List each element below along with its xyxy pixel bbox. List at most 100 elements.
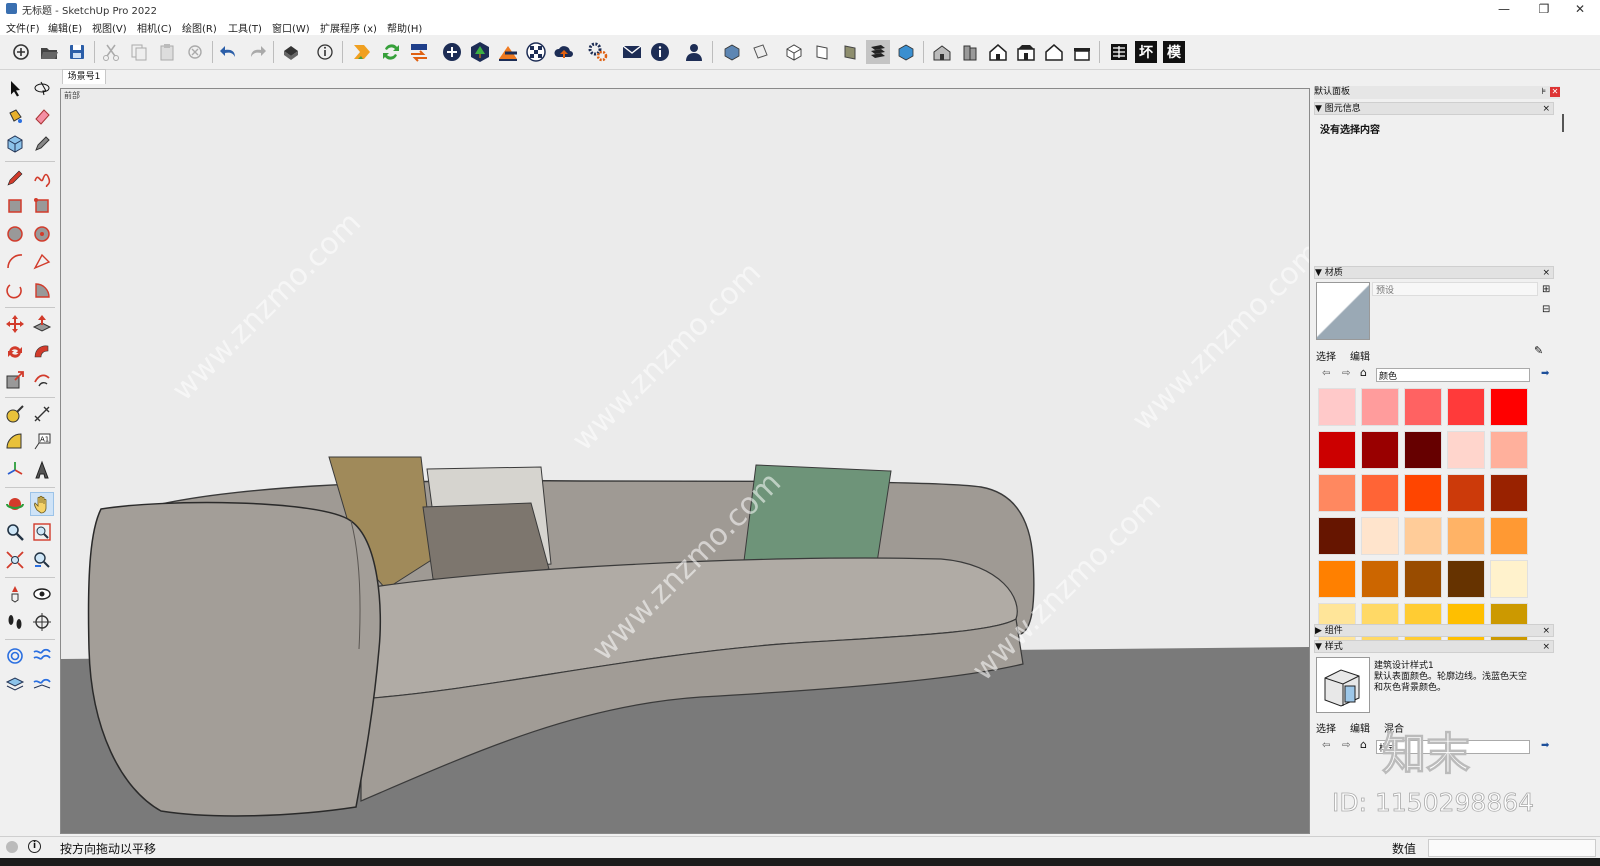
color-swatch[interactable] (1404, 388, 1442, 426)
material-name-field[interactable]: 预设 (1372, 282, 1538, 296)
color-swatch[interactable] (1361, 388, 1399, 426)
settings-gears-icon[interactable] (586, 40, 610, 64)
three-point-arc-icon[interactable] (3, 278, 27, 302)
color-swatch[interactable] (1361, 560, 1399, 598)
arc-icon[interactable] (3, 250, 27, 274)
styles-forward-icon[interactable]: ⇨ (1342, 740, 1350, 751)
mail-icon[interactable] (620, 40, 644, 64)
geo-location-icon[interactable] (6, 841, 18, 853)
left-view-icon[interactable] (866, 40, 890, 64)
text-label-icon[interactable]: A1 (30, 430, 54, 454)
3d-text-icon[interactable] (30, 458, 54, 482)
color-swatch[interactable] (1490, 474, 1528, 512)
model-info-icon[interactable] (313, 40, 337, 64)
materials-header[interactable]: ▼ 材质 × (1314, 266, 1554, 279)
eraser-icon[interactable] (30, 104, 54, 128)
menu-window[interactable]: 窗口(W) (272, 20, 310, 35)
push-pull-icon[interactable] (30, 312, 54, 336)
entity-info-header[interactable]: ▼ 图元信息 × (1314, 102, 1554, 115)
model-button[interactable]: 模 (1163, 41, 1185, 63)
measurements-box[interactable] (1428, 839, 1596, 857)
refresh-icon[interactable] (379, 40, 403, 64)
freehand-icon[interactable] (30, 166, 54, 190)
right-view-icon[interactable] (810, 40, 834, 64)
styles-tab-edit[interactable]: 编辑 (1350, 720, 1370, 735)
top-view-icon[interactable] (748, 40, 772, 64)
tape-measure-icon[interactable] (3, 402, 27, 426)
erase-icon[interactable] (183, 40, 207, 64)
pin-icon[interactable]: ⊧ (1541, 86, 1546, 99)
menu-extensions[interactable]: 扩展程序 (x) (320, 20, 377, 35)
color-swatch[interactable] (1318, 388, 1356, 426)
color-swatch[interactable] (1447, 474, 1485, 512)
extension-warehouse-icon[interactable] (350, 40, 374, 64)
color-swatch[interactable] (1361, 517, 1399, 555)
color-swatch[interactable] (1404, 431, 1442, 469)
material-library-dropdown[interactable]: 颜色 (1376, 368, 1530, 382)
color-swatch[interactable] (1318, 474, 1356, 512)
print-icon[interactable] (279, 40, 303, 64)
home-icon[interactable]: ⌂ (1360, 366, 1367, 379)
material-sample-icon[interactable]: ⊟ (1542, 304, 1550, 315)
rectangle-icon[interactable] (3, 194, 27, 218)
color-swatch[interactable] (1447, 517, 1485, 555)
material-create-icon[interactable]: ⊞ (1542, 284, 1550, 295)
offset-icon[interactable] (30, 368, 54, 392)
color-swatch[interactable] (1361, 431, 1399, 469)
redo-icon[interactable] (245, 40, 269, 64)
menu-edit[interactable]: 编辑(E) (48, 20, 82, 35)
save-icon[interactable] (65, 40, 89, 64)
color-swatch[interactable] (1318, 431, 1356, 469)
zoom-window-icon[interactable] (30, 520, 54, 544)
previous-view-icon[interactable] (30, 548, 54, 572)
walk-footprints-icon[interactable] (3, 610, 27, 634)
color-swatch[interactable] (1404, 560, 1442, 598)
scale-icon[interactable] (3, 368, 27, 392)
open-icon[interactable] (37, 40, 61, 64)
color-swatch[interactable] (1447, 560, 1485, 598)
color-swatch[interactable] (1490, 560, 1528, 598)
sandbox-contours-icon[interactable] (3, 644, 27, 668)
position-camera-icon[interactable] (3, 582, 27, 606)
styles-header[interactable]: ▼ 样式 × (1314, 640, 1554, 653)
lasso-select-icon[interactable] (30, 76, 54, 100)
menu-draw[interactable]: 绘图(R) (182, 20, 217, 35)
paint-bucket-icon[interactable] (3, 104, 27, 128)
pie-icon[interactable] (30, 278, 54, 302)
drape-icon[interactable] (30, 672, 54, 696)
forward-arrow-icon[interactable]: ⇨ (1342, 368, 1350, 379)
menu-file[interactable]: 文件(F) (6, 20, 40, 35)
back-view-icon[interactable] (838, 40, 862, 64)
eyedropper-icon[interactable]: ✎ (1534, 344, 1543, 357)
tray-close-icon[interactable]: ✕ (1550, 87, 1560, 97)
rotated-rectangle-icon[interactable] (30, 194, 54, 218)
component-icon[interactable] (3, 132, 27, 156)
menu-view[interactable]: 视图(V) (92, 20, 127, 35)
orbit-icon[interactable] (3, 492, 27, 516)
house-textured-icon[interactable] (1042, 40, 1066, 64)
user-icon[interactable] (682, 40, 706, 64)
bad-model-button[interactable]: 坏 (1135, 41, 1157, 63)
sandbox-scratch-icon[interactable] (30, 644, 54, 668)
add-location-icon[interactable] (440, 40, 464, 64)
tag-pencil-icon[interactable] (30, 132, 54, 156)
back-arrow-icon[interactable]: ⇦ (1322, 368, 1330, 379)
minimize-button[interactable]: — (1484, 0, 1524, 18)
styles-close-icon[interactable]: × (1542, 641, 1550, 654)
cloud-upload-icon[interactable] (552, 40, 576, 64)
materials-tab-edit[interactable]: 编辑 (1350, 348, 1370, 363)
panel-scrollbar[interactable] (1562, 114, 1564, 132)
house-hidden-icon[interactable] (986, 40, 1010, 64)
line-pencil-icon[interactable] (3, 166, 27, 190)
look-around-icon[interactable] (30, 582, 54, 606)
components-header[interactable]: ▶ 组件 × (1314, 624, 1554, 637)
cut-icon[interactable] (99, 40, 123, 64)
instructor-icon[interactable]: i (28, 840, 41, 853)
color-swatch[interactable] (1404, 517, 1442, 555)
undo-icon[interactable] (217, 40, 241, 64)
color-swatch[interactable] (1490, 388, 1528, 426)
menu-help[interactable]: 帮助(H) (387, 20, 422, 35)
pan-hand-icon[interactable] (30, 492, 54, 516)
color-swatch[interactable] (1447, 431, 1485, 469)
circle-icon[interactable] (3, 222, 27, 246)
